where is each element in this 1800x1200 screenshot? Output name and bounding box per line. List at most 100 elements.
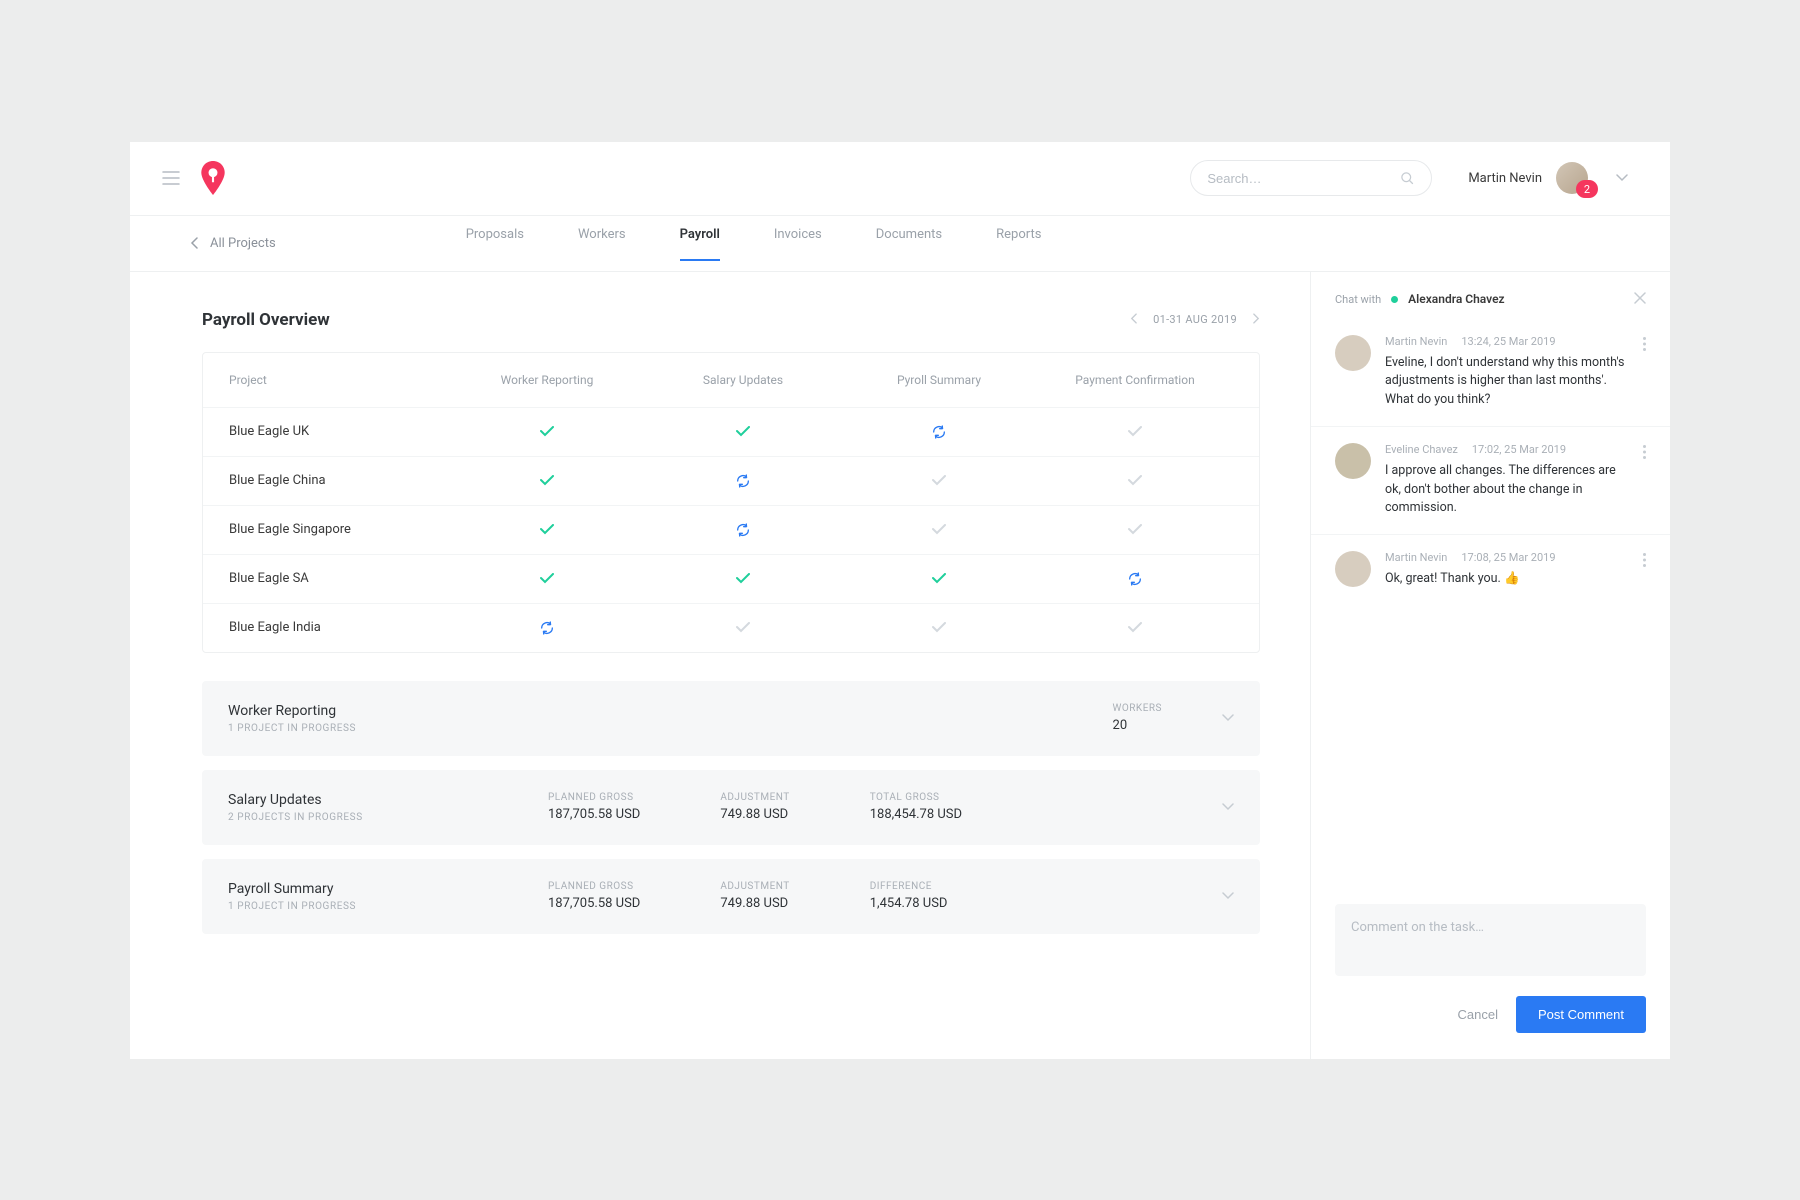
message-text: Eveline, I don't understand why this mon… [1385,354,1629,410]
message-menu-button[interactable] [1643,553,1646,571]
status-in-progress [841,424,1037,440]
status-pending [841,622,1037,633]
card-payroll-summary[interactable]: Payroll Summary 1 PROJECT IN PROGRESS PL… [202,859,1260,934]
table-row[interactable]: Blue Eagle India [203,603,1259,652]
status-done [645,573,841,584]
search-input[interactable] [1207,171,1400,186]
check-icon [1128,426,1142,437]
check-icon [540,426,554,437]
back-label: All Projects [210,236,276,251]
pin-logo-icon [200,161,226,195]
comment-area: Cancel Post Comment [1311,886,1670,1059]
check-icon [932,573,946,584]
message-menu-button[interactable] [1643,337,1646,355]
date-range-selector: 01-31 AUG 2019 [1130,313,1260,327]
table-row[interactable]: Blue Eagle UK [203,407,1259,456]
chat-message: Martin Nevin 17:08, 25 Mar 2019 Ok, grea… [1311,535,1670,605]
metric: ADJUSTMENT 749.88 USD [720,792,789,822]
status-done [449,573,645,584]
tab-reports[interactable]: Reports [996,227,1041,260]
app-logo[interactable] [200,161,226,195]
chevron-down-icon [1222,803,1234,811]
search-field[interactable] [1190,160,1432,196]
message-author: Martin Nevin [1385,551,1447,564]
subnav: All Projects Proposals Workers Payroll I… [130,216,1670,272]
tab-documents[interactable]: Documents [876,227,942,260]
chevron-left-icon [190,237,198,249]
status-done [449,524,645,535]
overview-header: Payroll Overview 01-31 AUG 2019 [202,310,1260,330]
check-icon [1128,622,1142,633]
sync-icon [735,473,751,489]
expand-toggle[interactable] [1222,711,1234,726]
check-icon [540,524,554,535]
message-text: I approve all changes. The differences a… [1385,462,1629,518]
kebab-icon [1643,337,1646,351]
status-done [449,475,645,486]
message-author: Martin Nevin [1385,335,1447,348]
chat-close-button[interactable] [1634,292,1646,307]
metric-value: 749.88 USD [720,896,789,911]
metric-value: 188,454.78 USD [870,807,962,822]
expand-toggle[interactable] [1222,889,1234,904]
status-pending [1037,524,1233,535]
project-name: Blue Eagle SA [229,571,449,586]
metric-value: 187,705.58 USD [548,896,640,911]
table-row[interactable]: Blue Eagle SA [203,554,1259,603]
check-icon [1128,524,1142,535]
card-worker-reporting[interactable]: Worker Reporting 1 PROJECT IN PROGRESS W… [202,681,1260,756]
chevron-right-icon [1253,313,1260,324]
status-in-progress [645,522,841,538]
metric-value: 749.88 USD [720,807,789,822]
date-range-label: 01-31 AUG 2019 [1153,313,1237,326]
status-in-progress [1037,571,1233,587]
card-salary-updates[interactable]: Salary Updates 2 PROJECTS IN PROGRESS PL… [202,770,1260,845]
card-subtitle: 1 PROJECT IN PROGRESS [228,723,548,734]
chat-panel: Chat with Alexandra Chavez Martin Nevin … [1310,272,1670,1059]
message-avatar [1335,551,1371,587]
tab-payroll[interactable]: Payroll [680,227,720,260]
table-row[interactable]: Blue Eagle Singapore [203,505,1259,554]
metric: WORKERS 20 [1113,703,1162,733]
user-menu[interactable]: Martin Nevin 2 [1468,162,1628,194]
app-window: Martin Nevin 2 All Projects Proposals Wo… [130,142,1670,1059]
cancel-button[interactable]: Cancel [1458,1007,1498,1022]
date-next-button[interactable] [1253,313,1260,327]
kebab-icon [1643,445,1646,459]
date-prev-button[interactable] [1130,313,1137,327]
status-pending [1037,475,1233,486]
col-payment-confirmation: Payment Confirmation [1037,373,1233,387]
metric-label: DIFFERENCE [870,881,948,892]
hamburger-menu-button[interactable] [162,171,180,185]
back-link[interactable]: All Projects [190,236,276,251]
tab-proposals[interactable]: Proposals [466,227,524,260]
post-comment-button[interactable]: Post Comment [1516,996,1646,1033]
presence-dot-icon [1391,296,1398,303]
comment-actions: Cancel Post Comment [1335,996,1646,1033]
sync-icon [931,424,947,440]
check-icon [736,426,750,437]
project-name: Blue Eagle India [229,620,449,635]
expand-toggle[interactable] [1222,800,1234,815]
chevron-down-icon [1222,714,1234,722]
tab-workers[interactable]: Workers [578,227,626,260]
metric: PLANNED GROSS 187,705.58 USD [548,881,640,911]
tab-invoices[interactable]: Invoices [774,227,822,260]
message-author: Eveline Chavez [1385,443,1458,456]
kebab-icon [1643,553,1646,567]
project-name: Blue Eagle UK [229,424,449,439]
col-salary-updates: Salary Updates [645,373,841,387]
table-row[interactable]: Blue Eagle China [203,456,1259,505]
status-pending [841,524,1037,535]
project-name: Blue Eagle Singapore [229,522,449,537]
comment-input[interactable] [1335,904,1646,976]
check-icon [540,475,554,486]
status-done [645,426,841,437]
chat-messages[interactable]: Martin Nevin 13:24, 25 Mar 2019 Eveline,… [1311,319,1670,886]
message-menu-button[interactable] [1643,445,1646,463]
metric-label: ADJUSTMENT [720,792,789,803]
card-subtitle: 1 PROJECT IN PROGRESS [228,901,548,912]
notification-badge[interactable]: 2 [1576,180,1598,198]
status-pending [1037,426,1233,437]
user-menu-toggle[interactable] [1616,171,1628,186]
